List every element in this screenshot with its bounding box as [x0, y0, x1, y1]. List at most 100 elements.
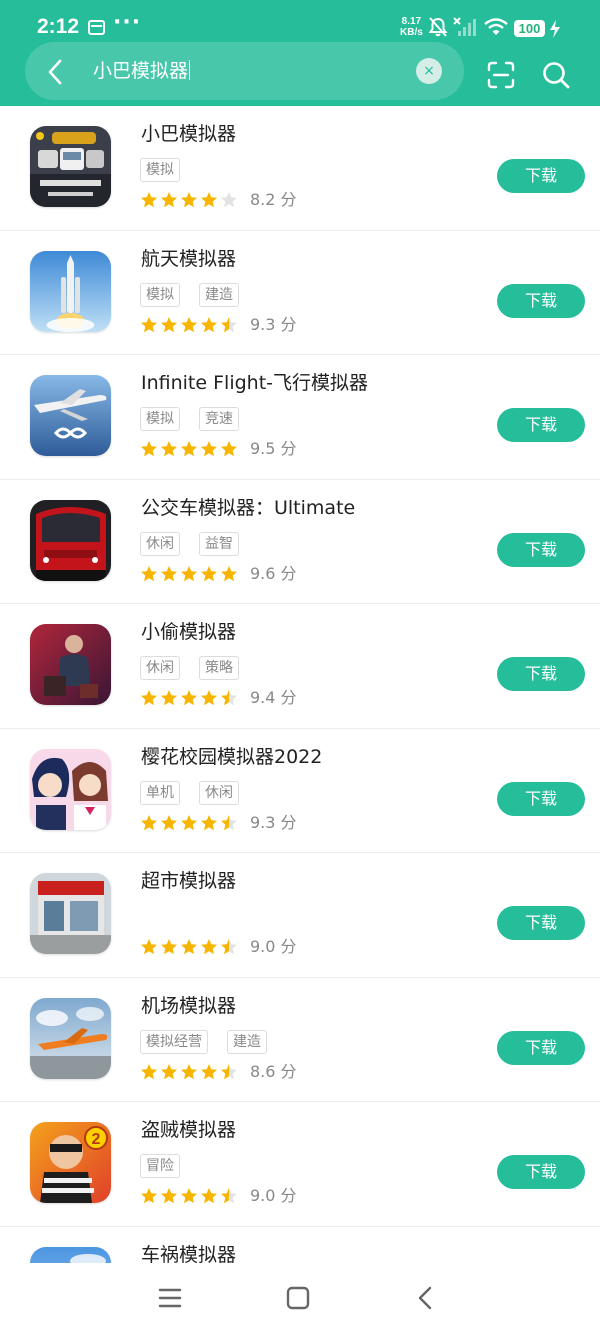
app-rating: 9.5 分 — [140, 439, 297, 459]
app-name: 超市模拟器 — [141, 870, 237, 892]
app-row-7[interactable]: 机场模拟器 模拟经营 建造 8.6 分 下载 — [0, 978, 600, 1102]
star-filled-icon — [181, 690, 197, 706]
download-button[interactable]: 下载 — [497, 1030, 585, 1065]
star-filled-icon — [161, 441, 177, 457]
app-rating: 8.2 分 — [140, 190, 297, 210]
search-input[interactable]: 小巴模拟器 — [93, 59, 191, 83]
download-button[interactable]: 下载 — [497, 906, 585, 940]
thief-character-icon — [30, 624, 111, 705]
star-filled-icon — [181, 1063, 197, 1079]
menu-icon[interactable] — [155, 1283, 185, 1313]
star-filled-icon — [221, 441, 237, 457]
star-filled-icon — [161, 1063, 177, 1079]
app-row-1[interactable]: 航天模拟器 模拟 建造 9.3 分 下载 — [0, 231, 600, 355]
battery-indicator: 100 — [514, 20, 545, 37]
star-filled-icon — [161, 814, 177, 830]
back-icon[interactable] — [411, 1283, 441, 1313]
header: 2:12 ··· 8.17 KB/s 100 小巴模拟器 × — [0, 0, 600, 106]
star-half-icon — [221, 316, 237, 332]
rating-score: 9.0 分 — [250, 937, 297, 956]
star-filled-icon — [161, 690, 177, 706]
star-filled-icon — [161, 939, 177, 955]
star-filled-icon — [201, 316, 217, 332]
download-button[interactable]: 下载 — [497, 532, 585, 567]
robber-icon: 2 — [30, 1122, 111, 1203]
app-row-5[interactable]: 樱花校园模拟器2022 单机 休闲 9.3 分 下载 — [0, 729, 600, 853]
app-tag: 休闲 — [140, 531, 180, 556]
star-filled-icon — [201, 1188, 217, 1204]
airport-plane-icon — [30, 997, 111, 1079]
app-row-0[interactable]: 小巴模拟器 模拟 8.2 分 下载 — [0, 106, 600, 231]
star-filled-icon — [141, 192, 157, 208]
scan-icon[interactable] — [486, 60, 516, 90]
star-filled-icon — [201, 814, 217, 830]
star-half-icon — [221, 939, 237, 955]
download-button[interactable]: 下载 — [497, 408, 585, 442]
star-half-icon — [221, 1063, 237, 1079]
star-filled-icon — [141, 1063, 157, 1079]
app-rating: 9.3 分 — [140, 813, 297, 833]
app-rating: 9.0 分 — [140, 937, 297, 957]
app-rating: 9.4 分 — [140, 688, 297, 708]
app-name: Infinite Flight-飞行模拟器 — [141, 372, 369, 394]
search-results-list: 小巴模拟器 模拟 8.2 分 下载 航天模拟器 模拟 建造 9.3 分 下载 I… — [0, 106, 600, 1263]
app-row-8[interactable]: 2 盗贼模拟器 冒险 9.0 分 下载 — [0, 1102, 600, 1227]
app-row-2[interactable]: Infinite Flight-飞行模拟器 模拟 竞速 9.5 分 下载 — [0, 355, 600, 480]
star-filled-icon — [181, 814, 197, 830]
star-half-icon — [221, 690, 237, 706]
star-filled-icon — [181, 441, 197, 457]
app-tag: 休闲 — [140, 656, 180, 680]
star-half-icon — [221, 814, 237, 830]
app-tag: 策略 — [199, 656, 239, 680]
star-filled-icon — [141, 565, 157, 581]
star-filled-icon — [141, 441, 157, 457]
app-row-3[interactable]: 公交车模拟器：Ultimate 休闲 益智 9.6 分 下载 — [0, 480, 600, 604]
star-filled-icon — [201, 192, 217, 208]
app-rating: 9.0 分 — [140, 1186, 297, 1206]
app-name: 车祸模拟器 — [141, 1243, 237, 1264]
mute-bell-icon — [428, 17, 448, 37]
search-bar[interactable] — [25, 42, 464, 100]
app-tag: 建造 — [199, 282, 239, 307]
search-icon[interactable] — [541, 60, 571, 90]
star-filled-icon — [141, 690, 157, 706]
back-arrow-icon[interactable] — [40, 56, 72, 88]
app-tag: 竞速 — [199, 407, 239, 431]
download-button[interactable]: 下载 — [497, 283, 585, 318]
star-filled-icon — [141, 814, 157, 830]
app-tag: 模拟 — [140, 158, 180, 182]
download-button[interactable]: 下载 — [497, 781, 585, 816]
star-filled-icon — [221, 565, 237, 581]
app-tags: 冒险 — [140, 1154, 180, 1178]
app-tag: 益智 — [199, 531, 239, 556]
download-button[interactable]: 下载 — [497, 159, 585, 193]
app-tags: 休闲 益智 — [140, 531, 239, 556]
star-filled-icon — [161, 565, 177, 581]
app-name: 盗贼模拟器 — [141, 1119, 237, 1141]
star-filled-icon — [201, 690, 217, 706]
download-button[interactable]: 下载 — [497, 1155, 585, 1189]
app-row-4[interactable]: 小偷模拟器 休闲 策略 9.4 分 下载 — [0, 604, 600, 729]
rocket-icon — [30, 250, 111, 332]
app-tag: 休闲 — [199, 780, 239, 805]
app-name: 小偷模拟器 — [141, 621, 237, 643]
notification-card-icon — [88, 20, 105, 35]
app-tag: 冒险 — [140, 1154, 180, 1178]
star-filled-icon — [141, 939, 157, 955]
download-button[interactable]: 下载 — [497, 657, 585, 691]
star-half-icon — [221, 1188, 237, 1204]
star-filled-icon — [181, 1188, 197, 1204]
home-icon[interactable] — [283, 1283, 313, 1313]
star-filled-icon — [201, 939, 217, 955]
rating-score: 8.2 分 — [250, 190, 297, 209]
clear-search-button[interactable]: × — [416, 58, 442, 84]
rating-score: 9.4 分 — [250, 688, 297, 707]
app-tags: 休闲 策略 — [140, 656, 239, 680]
network-speed: 8.17 KB/s — [400, 16, 423, 38]
rating-score: 8.6 分 — [250, 1061, 297, 1081]
app-tags: 模拟 竞速 — [140, 407, 239, 431]
app-row-6[interactable]: 超市模拟器 9.0 分 下载 — [0, 853, 600, 978]
app-rating: 9.3 分 — [140, 315, 297, 335]
status-bar: 2:12 ··· 8.17 KB/s 100 — [0, 0, 600, 48]
app-row-9[interactable]: 车祸模拟器 — [0, 1227, 600, 1264]
